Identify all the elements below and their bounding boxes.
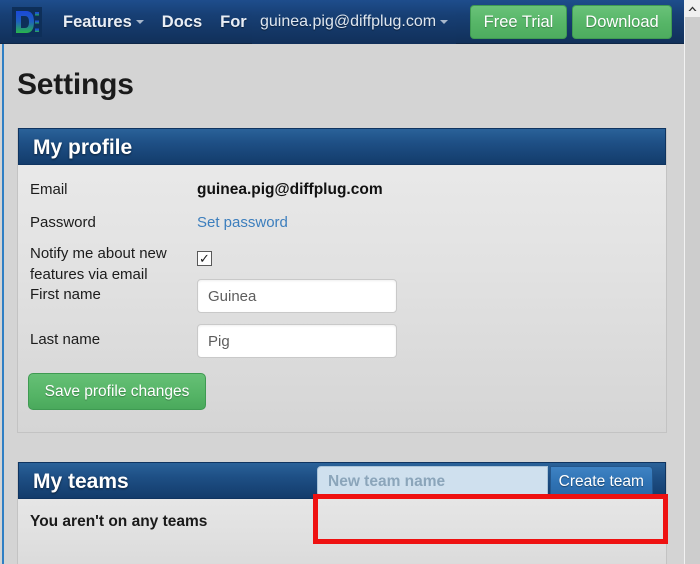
download-button[interactable]: Download: [572, 5, 672, 39]
nav-link-docs[interactable]: Docs: [153, 0, 211, 44]
account-menu-label: guinea.pig@diffplug.com: [260, 13, 437, 30]
left-edge-rule: [2, 44, 4, 564]
diffplug-logo-icon: [12, 6, 42, 37]
my-teams-panel-header: My teams Create team: [18, 462, 666, 499]
my-profile-panel: My profile Email guinea.pig@diffplug.com…: [17, 128, 667, 433]
browser-viewport: Features Docs For guinea.pig@diffplug.co…: [0, 0, 684, 564]
create-team-button[interactable]: Create team: [549, 466, 653, 497]
chevron-down-icon: [440, 19, 449, 24]
vertical-scrollbar[interactable]: [684, 0, 700, 564]
notify-label: Notify me about new features via email: [30, 245, 167, 283]
password-label: Password: [30, 214, 96, 231]
nav-link-forum[interactable]: For: [211, 0, 256, 44]
account-menu[interactable]: guinea.pig@diffplug.com: [252, 0, 457, 44]
free-trial-button[interactable]: Free Trial: [470, 5, 567, 39]
last-name-label: Last name: [30, 331, 101, 348]
diffplug-logo-link[interactable]: [0, 0, 54, 44]
scroll-up-arrow-icon[interactable]: [685, 0, 700, 17]
page-content: Settings My profile Email guinea.pig@dif…: [0, 44, 684, 564]
email-value: guinea.pig@diffplug.com: [197, 181, 383, 198]
my-teams-title: My teams: [33, 470, 129, 493]
first-name-input[interactable]: [197, 279, 397, 313]
my-teams-panel-body: You aren't on any teams: [18, 499, 666, 564]
nav-link-features[interactable]: Features: [54, 0, 153, 44]
first-name-label: First name: [30, 286, 101, 303]
scrollbar-thumb[interactable]: [685, 17, 700, 564]
chevron-down-icon: [135, 20, 144, 25]
teams-empty-message: You aren't on any teams: [30, 513, 208, 530]
save-profile-changes-button[interactable]: Save profile changes: [28, 373, 206, 410]
new-team-name-input[interactable]: [317, 466, 548, 497]
create-team-group: Create team: [317, 466, 653, 497]
my-teams-panel: My teams Create team You aren't on any t…: [17, 462, 667, 564]
notify-checkbox[interactable]: ✓: [197, 251, 212, 266]
top-navigation-bar: Features Docs For guinea.pig@diffplug.co…: [0, 0, 684, 44]
set-password-link[interactable]: Set password: [197, 213, 288, 233]
my-profile-panel-header: My profile: [18, 128, 666, 165]
page-title: Settings: [17, 68, 134, 101]
my-profile-title: My profile: [33, 136, 133, 159]
my-profile-panel-body: Email guinea.pig@diffplug.com Password S…: [18, 165, 666, 432]
email-label: Email: [30, 181, 68, 198]
nav-link-features-label: Features: [63, 12, 132, 31]
last-name-input[interactable]: [197, 324, 397, 358]
